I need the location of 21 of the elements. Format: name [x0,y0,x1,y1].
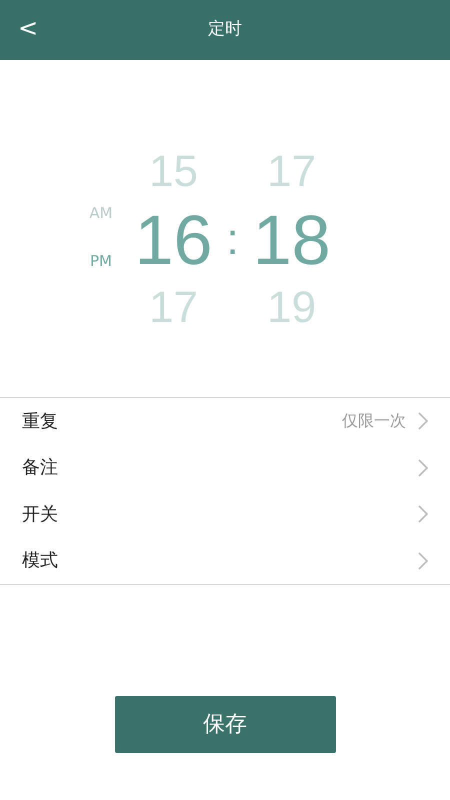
setting-value: 仅限一次 [342,410,406,432]
settings-row[interactable]: 备注 [0,444,450,491]
chevron-icon [418,505,428,524]
setting-label: 备注 [22,456,58,480]
back-button[interactable]: < [12,14,44,42]
time-separator: : [226,214,239,266]
chevron-icon [418,552,428,570]
settings-row[interactable]: 重复 仅限一次 [0,398,450,444]
page-title: 定时 [208,18,242,42]
chevron-icon [418,458,428,477]
settings-row[interactable]: 开关 [0,491,450,538]
minute-option[interactable]: 18 [252,205,331,275]
meridiem-option[interactable]: AM [89,200,113,227]
setting-label: 模式 [22,549,58,574]
setting-label: 开关 [22,502,58,527]
settings-row[interactable]: 模式 [0,538,450,584]
setting-label: 重复 [22,410,58,434]
save-button[interactable]: 保存 [114,696,336,753]
hour-option[interactable]: 16 [134,205,212,275]
chevron-icon [418,412,428,430]
meridiem-option[interactable]: PM [90,248,112,275]
